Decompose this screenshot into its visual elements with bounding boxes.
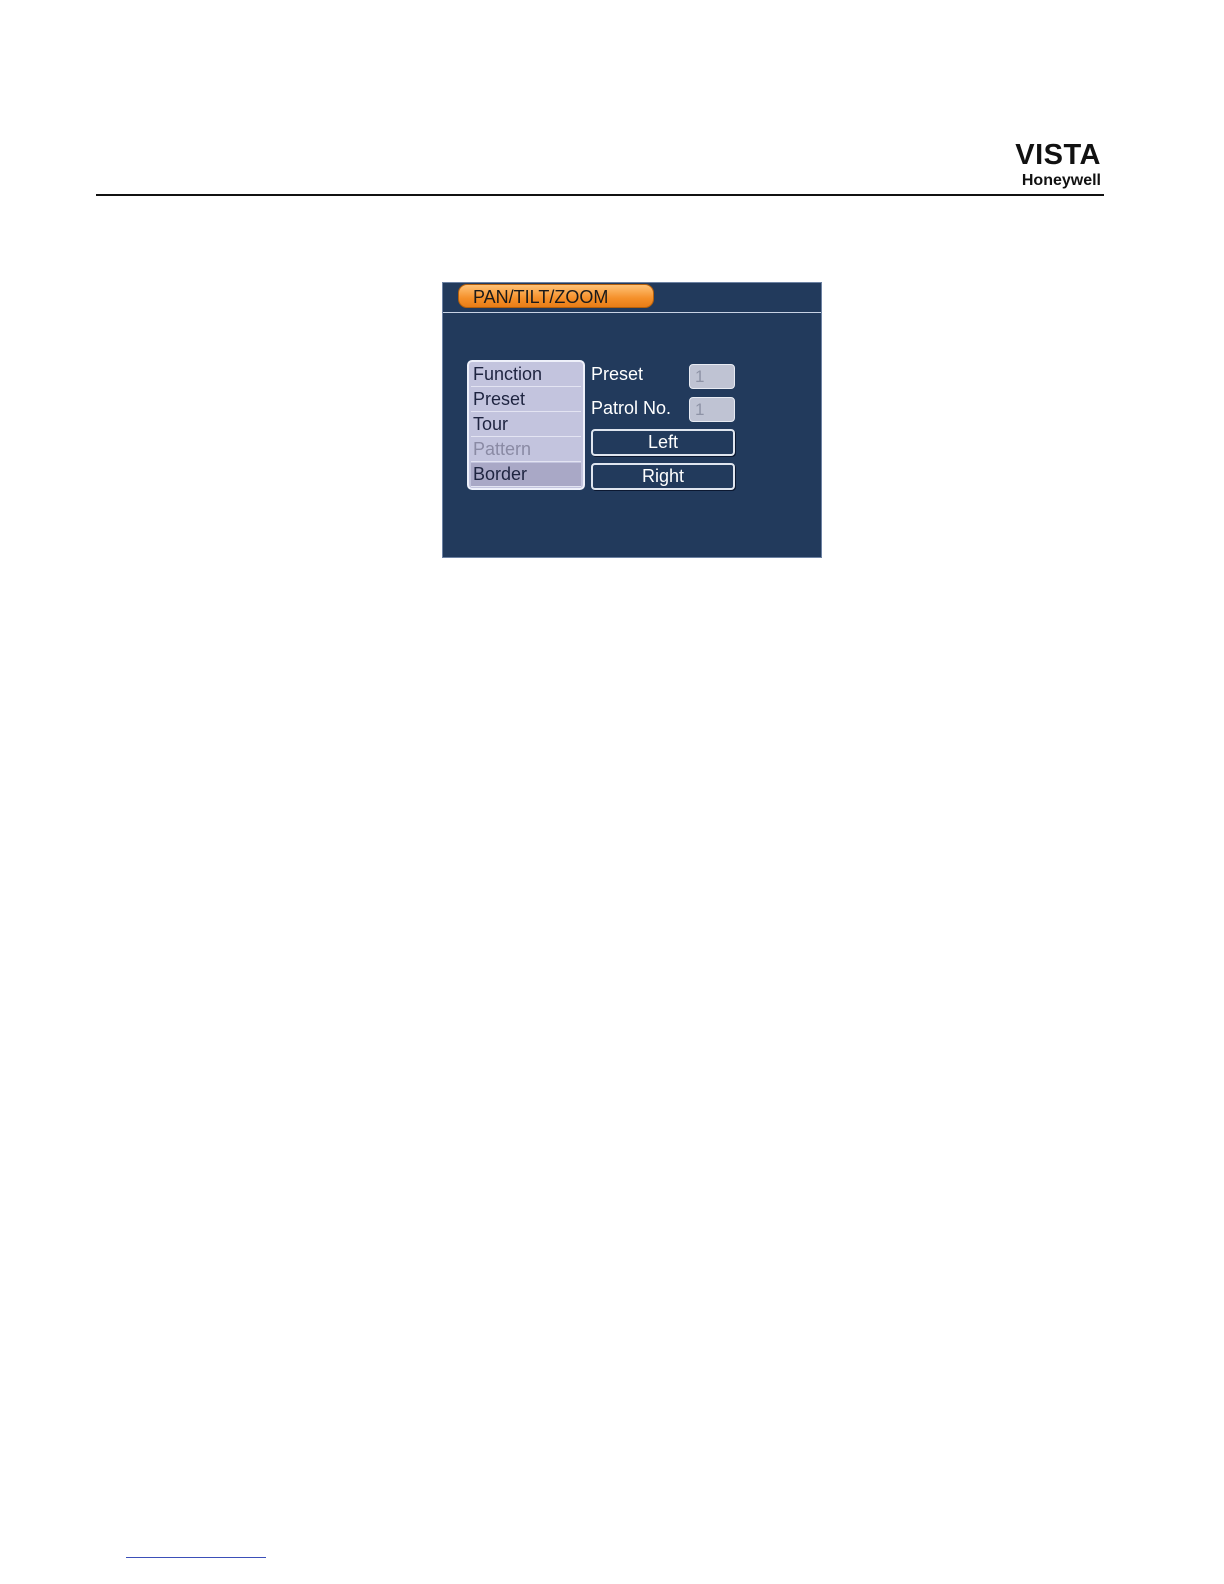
footer-link-line <box>126 1557 266 1558</box>
preset-label: Preset <box>591 364 644 384</box>
brand-logo: VISTA Honeywell <box>1015 140 1101 190</box>
title-divider <box>443 312 821 313</box>
patrol-input[interactable]: 1 <box>689 397 735 422</box>
preset-input[interactable]: 1 <box>689 364 735 389</box>
function-list: Function Preset Tour Pattern Border <box>467 360 585 490</box>
function-item-pattern: Pattern <box>471 438 581 462</box>
ptz-dialog: PAN/TILT/ZOOM Function Preset Tour Patte… <box>442 282 822 558</box>
dialog-title: PAN/TILT/ZOOM <box>473 287 609 307</box>
function-item-tour[interactable]: Tour <box>471 413 581 437</box>
patrol-label: Patrol No. <box>591 398 672 418</box>
left-button[interactable]: Left <box>591 429 735 456</box>
header-divider <box>96 194 1104 196</box>
dialog-title-tab: PAN/TILT/ZOOM <box>458 284 654 308</box>
function-item-border[interactable]: Border <box>471 463 581 487</box>
brand-honeywell: Honeywell <box>1021 172 1101 189</box>
right-button[interactable]: Right <box>591 463 735 490</box>
function-item-function[interactable]: Function <box>471 363 581 387</box>
brand-vista: VISTA <box>1015 139 1101 171</box>
function-item-preset[interactable]: Preset <box>471 388 581 412</box>
